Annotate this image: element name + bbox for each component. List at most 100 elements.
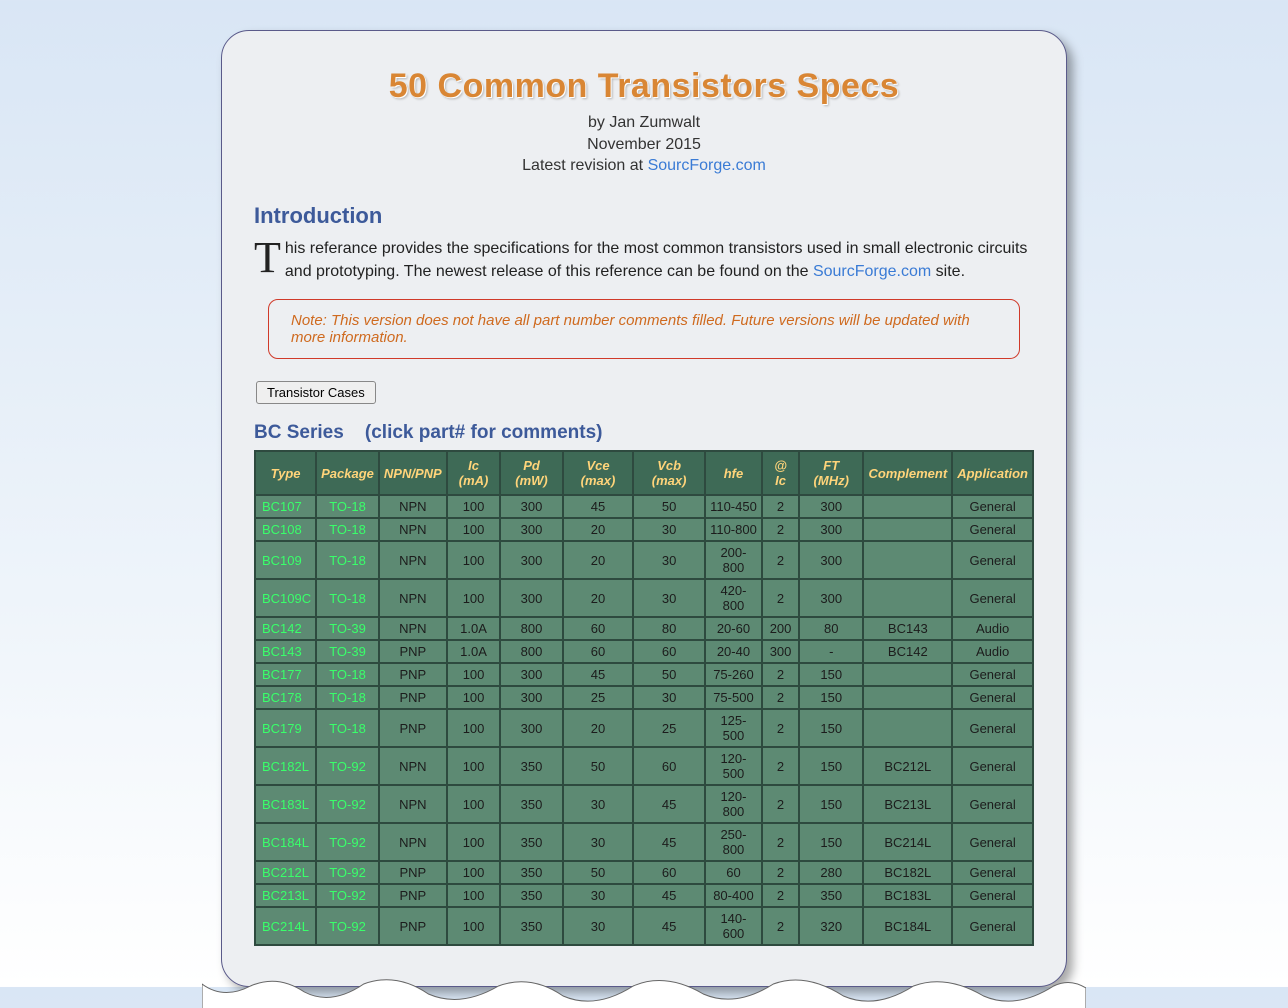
part-number-link[interactable]: BC183L <box>256 786 315 822</box>
cell-vcb: 60 <box>634 641 703 662</box>
table-row: BC109CTO-18NPN1003002030420-8002300Gener… <box>256 580 1032 616</box>
cell-at: 2 <box>763 748 798 784</box>
cell-ic: 100 <box>448 748 500 784</box>
cell-ft: 80 <box>800 618 862 639</box>
cell-pd: 300 <box>501 664 561 685</box>
cell-hfe: 250-800 <box>706 824 761 860</box>
cell-package: TO-39 <box>317 618 378 639</box>
cell-package: TO-18 <box>317 519 378 540</box>
table-row: BC213LTO-92PNP100350304580-4002350BC183L… <box>256 885 1032 906</box>
series-hint: (click part# for comments) <box>365 422 603 443</box>
cell-package: TO-18 <box>317 687 378 708</box>
table-row: BC143TO-39PNP1.0A800606020-40300-BC142Au… <box>256 641 1032 662</box>
part-number-link[interactable]: BC107 <box>256 496 315 517</box>
cell-comp <box>864 542 951 578</box>
cell-comp <box>864 664 951 685</box>
col-type: Type <box>256 452 315 494</box>
cell-application: General <box>953 748 1032 784</box>
byline: by Jan Zumwalt November 2015 Latest revi… <box>254 112 1034 177</box>
cell-hfe: 110-800 <box>706 519 761 540</box>
table-header-row: Type Package NPN/PNP Ic (mA) Pd (mW) Vce… <box>256 452 1032 494</box>
cell-ic: 100 <box>448 664 500 685</box>
table-row: BC214LTO-92PNP1003503045140-6002320BC184… <box>256 908 1032 944</box>
part-number-link[interactable]: BC179 <box>256 710 315 746</box>
cell-vcb: 60 <box>634 862 703 883</box>
cell-at: 2 <box>763 687 798 708</box>
part-number-link[interactable]: BC108 <box>256 519 315 540</box>
cell-hfe: 110-450 <box>706 496 761 517</box>
cell-ic: 100 <box>448 519 500 540</box>
cell-hfe: 120-800 <box>706 786 761 822</box>
part-number-link[interactable]: BC177 <box>256 664 315 685</box>
part-number-link[interactable]: BC214L <box>256 908 315 944</box>
col-application: Application <box>953 452 1032 494</box>
cell-pd: 800 <box>501 618 561 639</box>
cell-hfe: 120-500 <box>706 748 761 784</box>
cell-hfe: 200-800 <box>706 542 761 578</box>
part-number-link[interactable]: BC109C <box>256 580 315 616</box>
cell-at: 2 <box>763 664 798 685</box>
cell-vcb: 45 <box>634 908 703 944</box>
col-complement: Complement <box>864 452 951 494</box>
cell-vcb: 25 <box>634 710 703 746</box>
table-row: BC182LTO-92NPN1003505060120-5002150BC212… <box>256 748 1032 784</box>
cell-ft: 150 <box>800 748 862 784</box>
part-number-link[interactable]: BC142 <box>256 618 315 639</box>
cell-np: NPN <box>380 618 446 639</box>
cell-comp <box>864 580 951 616</box>
note-text: Note: This version does not have all par… <box>291 312 970 346</box>
cell-hfe: 20-60 <box>706 618 761 639</box>
part-number-link[interactable]: BC182L <box>256 748 315 784</box>
cell-package: TO-18 <box>317 580 378 616</box>
cell-pd: 300 <box>501 542 561 578</box>
cell-ic: 100 <box>448 580 500 616</box>
cell-vce: 50 <box>564 748 633 784</box>
cell-vcb: 50 <box>634 664 703 685</box>
part-number-link[interactable]: BC109 <box>256 542 315 578</box>
cell-np: PNP <box>380 885 446 906</box>
cell-application: General <box>953 710 1032 746</box>
revision-link[interactable]: SourcForge.com <box>648 157 766 174</box>
cell-hfe: 125-500 <box>706 710 761 746</box>
cell-ic: 100 <box>448 710 500 746</box>
cell-application: General <box>953 824 1032 860</box>
part-number-link[interactable]: BC213L <box>256 885 315 906</box>
cell-vce: 60 <box>564 618 633 639</box>
cell-pd: 350 <box>501 908 561 944</box>
cell-np: NPN <box>380 519 446 540</box>
table-row: BC109TO-18NPN1003002030200-8002300Genera… <box>256 542 1032 578</box>
cell-package: TO-92 <box>317 824 378 860</box>
page-title: 50 Common Transistors Specs <box>254 67 1034 106</box>
cell-vce: 20 <box>564 710 633 746</box>
cell-comp: BC213L <box>864 786 951 822</box>
cell-hfe: 20-40 <box>706 641 761 662</box>
col-package: Package <box>317 452 378 494</box>
intro-link[interactable]: SourcForge.com <box>813 263 931 280</box>
part-number-link[interactable]: BC178 <box>256 687 315 708</box>
cell-package: TO-18 <box>317 542 378 578</box>
cell-ic: 100 <box>448 542 500 578</box>
cell-vce: 30 <box>564 908 633 944</box>
transistor-cases-button[interactable]: Transistor Cases <box>256 381 376 404</box>
part-number-link[interactable]: BC184L <box>256 824 315 860</box>
col-vce: Vce (max) <box>564 452 633 494</box>
cell-np: NPN <box>380 496 446 517</box>
cell-at: 300 <box>763 641 798 662</box>
cell-vce: 25 <box>564 687 633 708</box>
cell-package: TO-18 <box>317 664 378 685</box>
cell-application: Audio <box>953 618 1032 639</box>
col-pd: Pd (mW) <box>501 452 561 494</box>
cell-at: 2 <box>763 542 798 578</box>
cell-ft: 150 <box>800 664 862 685</box>
cell-vcb: 50 <box>634 496 703 517</box>
cell-application: General <box>953 496 1032 517</box>
cell-ic: 100 <box>448 786 500 822</box>
col-npn-pnp: NPN/PNP <box>380 452 446 494</box>
part-number-link[interactable]: BC143 <box>256 641 315 662</box>
col-ft: FT (MHz) <box>800 452 862 494</box>
cell-pd: 300 <box>501 519 561 540</box>
cell-vcb: 30 <box>634 519 703 540</box>
cell-pd: 300 <box>501 580 561 616</box>
col-at-ic: @ Ic <box>763 452 798 494</box>
part-number-link[interactable]: BC212L <box>256 862 315 883</box>
